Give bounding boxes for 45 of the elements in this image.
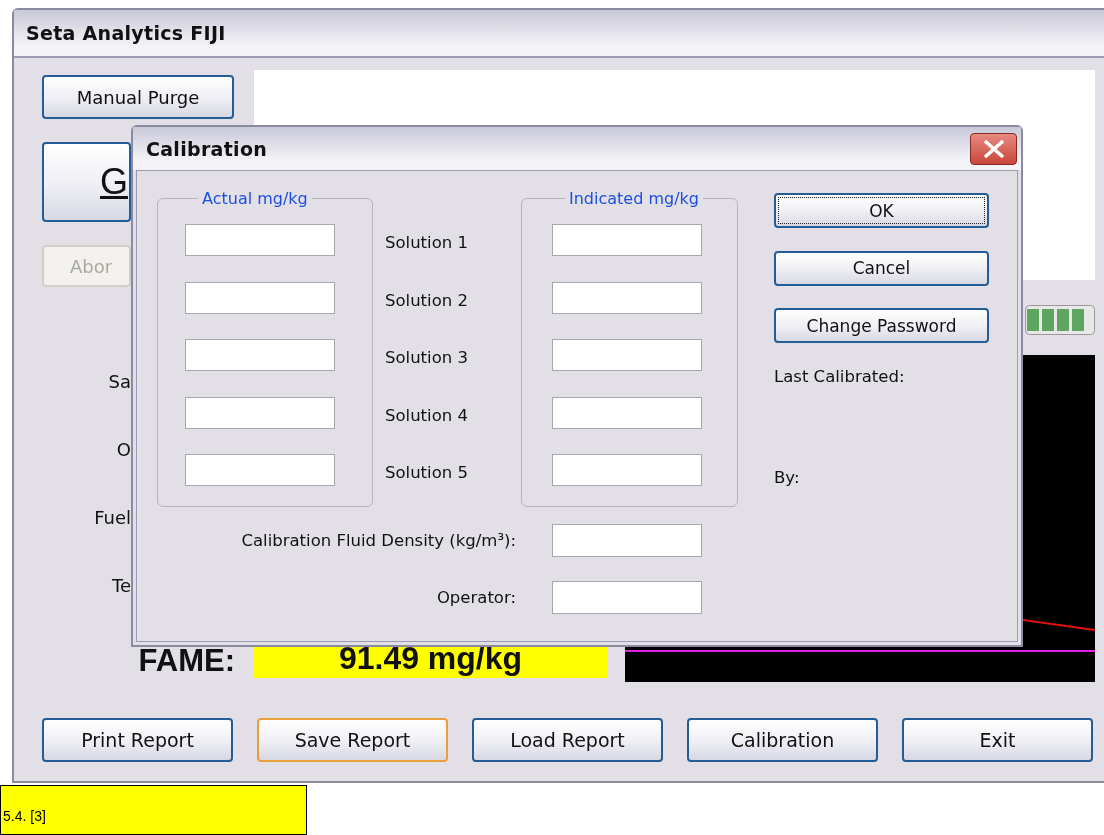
last-calibrated-label: Last Calibrated: xyxy=(774,367,906,386)
solution-label: Solution 4 xyxy=(385,404,469,427)
figure-caption: 5.4. [3] xyxy=(0,785,307,835)
close-button[interactable] xyxy=(970,132,1017,165)
actual-input-field[interactable] xyxy=(185,396,335,429)
density-label: Calibration Fluid Density (kg/m³): xyxy=(240,531,516,550)
by-label: By: xyxy=(774,468,801,487)
solution-label: Solution 1 xyxy=(385,232,469,254)
dialog-button[interactable]: Cancel xyxy=(774,250,989,286)
indicated-input-field[interactable] xyxy=(552,396,702,429)
actual-input-field[interactable] xyxy=(185,454,335,486)
parameter-label: Te xyxy=(111,575,131,597)
dialog-button[interactable]: Change Password xyxy=(774,308,989,343)
group-legend: Actual mg/kg xyxy=(198,189,312,208)
window-title: Seta Analytics FIJI xyxy=(26,22,226,44)
dialog-title: Calibration xyxy=(146,137,268,160)
density-input-field[interactable] xyxy=(552,524,702,557)
report-button[interactable]: Print Report xyxy=(42,718,233,762)
indicated-input-field[interactable] xyxy=(552,281,702,314)
solution-label: Solution 3 xyxy=(385,347,469,369)
group-legend: Indicated mg/kg xyxy=(565,189,703,208)
meter-drawing xyxy=(1025,305,1095,335)
actual-input-field[interactable] xyxy=(185,224,335,256)
fame-label: FAME: xyxy=(138,643,235,679)
report-button[interactable]: Exit xyxy=(902,718,1093,762)
report-button[interactable]: Load Report xyxy=(472,718,663,762)
operator-input-field[interactable] xyxy=(552,581,702,614)
dialog-button[interactable]: OK xyxy=(774,193,989,228)
parameter-label: Sa xyxy=(107,371,131,393)
indicated-input-field[interactable] xyxy=(552,224,702,256)
solution-label: Solution 2 xyxy=(385,289,469,312)
indicated-input-field[interactable] xyxy=(552,339,702,371)
actual-input-field[interactable] xyxy=(185,281,335,314)
actual-input-field[interactable] xyxy=(185,339,335,371)
indicated-input-field[interactable] xyxy=(552,454,702,486)
trace-line xyxy=(1023,618,1095,632)
parameter-label: O xyxy=(115,439,131,461)
solution-label: Solution 5 xyxy=(385,462,469,484)
report-button[interactable]: Calibration xyxy=(687,718,878,762)
parameter-label: Fuel xyxy=(93,507,131,529)
operator-label: Operator: xyxy=(435,588,516,607)
close-icon xyxy=(981,138,1006,159)
purge-button[interactable]: Manual Purge xyxy=(42,75,234,119)
start-button[interactable]: G xyxy=(42,142,131,222)
report-button[interactable]: Save Report xyxy=(257,718,448,762)
